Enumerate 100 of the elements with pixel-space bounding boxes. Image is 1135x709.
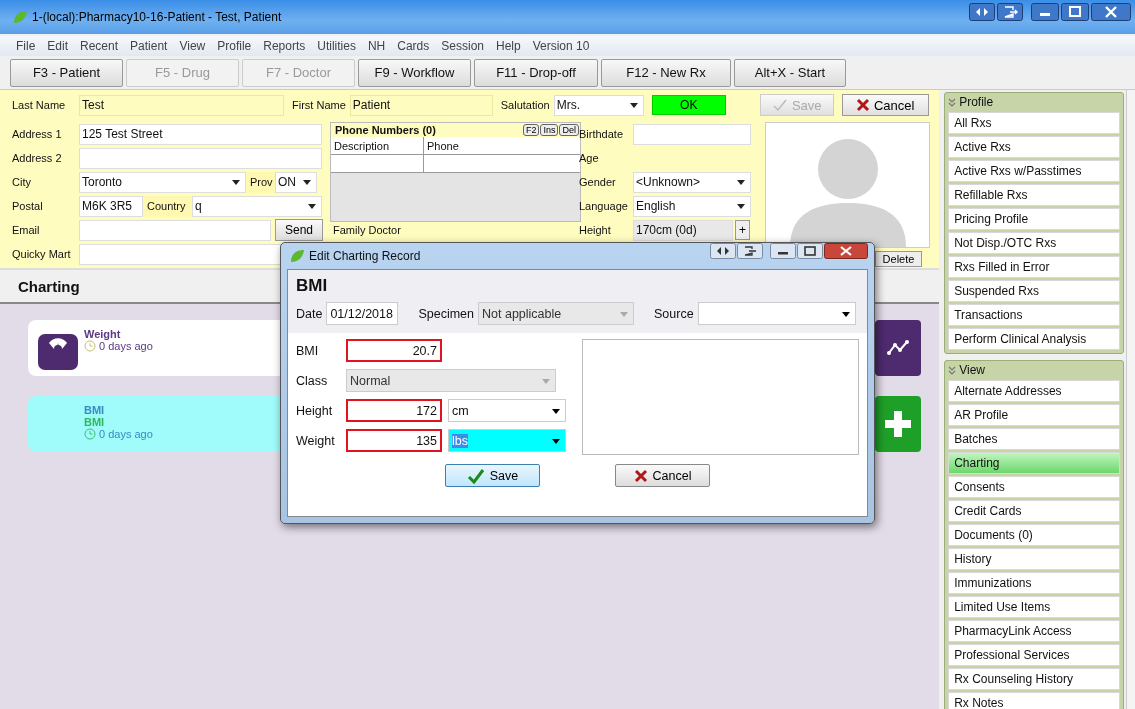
country-dropdown[interactable]: q xyxy=(192,195,322,217)
sidebar-item[interactable]: Professional Services xyxy=(948,644,1120,666)
sidebar-item[interactable]: Active Rxs w/Passtimes xyxy=(948,160,1120,182)
field-label: Height xyxy=(579,224,612,236)
menu-item[interactable]: View xyxy=(173,39,212,53)
exit-icon[interactable] xyxy=(737,243,763,259)
menu-item[interactable]: Profile xyxy=(211,39,258,53)
sidebar-item[interactable]: Perform Clinical Analysis xyxy=(948,328,1120,350)
field-label: Gender xyxy=(579,176,617,188)
caret-icon xyxy=(542,378,550,384)
unit-dropdown[interactable]: cm xyxy=(448,399,566,422)
menu-item[interactable]: Recent xyxy=(74,39,125,53)
last-name-field[interactable]: Test xyxy=(79,94,284,116)
minimize-icon[interactable] xyxy=(1031,3,1059,21)
resize-arrows-icon[interactable] xyxy=(710,243,736,259)
maximize-icon[interactable] xyxy=(1061,3,1089,21)
menu-item[interactable]: Cards xyxy=(391,39,436,53)
sidebar-item[interactable]: Immunizations xyxy=(948,572,1120,594)
salutation-dropdown[interactable]: Mrs. xyxy=(553,94,644,116)
cancel-button[interactable]: Cancel xyxy=(841,94,929,116)
sidebar-item[interactable]: PharmacyLink Access xyxy=(948,620,1120,642)
x-icon xyxy=(856,98,870,112)
exit-icon[interactable] xyxy=(997,3,1023,21)
menu-item[interactable]: Session xyxy=(435,39,490,53)
sidebar-item[interactable]: Limited Use Items xyxy=(948,596,1120,618)
sidebar-item[interactable]: Active Rxs xyxy=(948,136,1120,158)
field-label: Height xyxy=(296,403,334,418)
menu-item[interactable]: File xyxy=(10,39,42,53)
sidebar-item[interactable]: Rxs Filled in Error xyxy=(948,256,1120,278)
province-dropdown[interactable]: ON xyxy=(275,171,317,193)
menu-item[interactable]: Edit xyxy=(41,39,75,53)
address-field[interactable]: 125 Test Street xyxy=(79,123,322,145)
email-field[interactable] xyxy=(79,219,271,241)
notes-field[interactable] xyxy=(582,339,859,455)
menu-item[interactable]: NH xyxy=(361,39,392,53)
shortcut-key-button[interactable]: Del xyxy=(559,124,579,136)
record-heading: BMI xyxy=(296,276,329,296)
sidebar-item[interactable]: Credit Cards xyxy=(948,500,1120,522)
sidebar-item[interactable]: Not Disp./OTC Rxs xyxy=(948,232,1120,254)
caret-icon xyxy=(232,180,240,185)
add-button[interactable] xyxy=(875,396,922,452)
sidebar-item[interactable]: Alternate Addresses xyxy=(948,380,1120,402)
menu-item[interactable]: Version 10 xyxy=(526,39,596,53)
group-header[interactable]: View xyxy=(948,362,1120,378)
postal-field[interactable]: M6K 3R5 xyxy=(79,195,143,217)
menu-item[interactable]: Utilities xyxy=(311,39,362,53)
birthdate-field[interactable] xyxy=(633,123,751,145)
scrollbar[interactable] xyxy=(1126,90,1135,709)
weight-field[interactable]: 135 xyxy=(346,429,442,452)
menu-item[interactable]: Reports xyxy=(257,39,312,53)
add-height-button[interactable]: + xyxy=(735,220,750,240)
resize-arrows-icon[interactable] xyxy=(969,3,995,21)
sidebar-item[interactable]: Documents (0) xyxy=(948,524,1120,546)
sidebar-item[interactable]: Transactions xyxy=(948,304,1120,326)
group-header[interactable]: Profile xyxy=(948,94,1120,110)
line-chart-button[interactable] xyxy=(875,320,922,376)
shortcut-key-button[interactable]: F2 xyxy=(522,124,540,136)
minimize-icon[interactable] xyxy=(770,243,796,259)
toolbar-button[interactable]: F12 - New Rx xyxy=(601,58,731,87)
bmi-field[interactable]: 20.7 xyxy=(346,339,442,362)
toolbar-button[interactable]: Alt+X - Start xyxy=(734,58,846,87)
checkmark-icon xyxy=(771,98,788,112)
close-icon[interactable] xyxy=(1091,3,1131,21)
caret-icon xyxy=(841,311,850,317)
sidebar-item[interactable]: Refillable Rxs xyxy=(948,184,1120,206)
cancel-button[interactable]: Cancel xyxy=(615,464,710,487)
address-field[interactable] xyxy=(79,147,322,169)
gender-dropdown[interactable]: <Unknown> xyxy=(633,171,751,193)
sidebar-item[interactable]: All Rxs xyxy=(948,112,1120,134)
close-icon[interactable] xyxy=(824,243,868,259)
sidebar-item[interactable]: Rx Notes xyxy=(948,692,1120,709)
sidebar-item[interactable]: Batches xyxy=(948,428,1120,450)
language-dropdown[interactable]: English xyxy=(633,195,751,217)
sidebar-item[interactable]: Rx Counseling History xyxy=(948,668,1120,690)
sidebar-item[interactable]: Pricing Profile xyxy=(948,208,1120,230)
maximize-icon[interactable] xyxy=(797,243,823,259)
menu-item[interactable]: Help xyxy=(490,39,527,53)
sidebar-item[interactable]: History xyxy=(948,548,1120,570)
leaf-icon xyxy=(289,248,305,264)
sidebar-item[interactable]: Charting xyxy=(948,452,1120,474)
record-subtitle: BMI xyxy=(84,416,106,428)
send-button[interactable]: Send xyxy=(275,219,323,241)
save-button[interactable]: Save xyxy=(445,464,540,487)
toolbar-button[interactable]: F11 - Drop-off xyxy=(474,58,598,87)
date-field[interactable]: 01/12/2018 xyxy=(326,302,399,325)
section-title: Charting xyxy=(18,277,80,295)
sidebar-item[interactable]: AR Profile xyxy=(948,404,1120,426)
height-field: 170cm (0d) xyxy=(633,219,733,241)
sidebar-item[interactable]: Consents xyxy=(948,476,1120,498)
sidebar-item[interactable]: Suspended Rxs xyxy=(948,280,1120,302)
toolbar-button[interactable]: F3 - Patient xyxy=(10,58,123,87)
toolbar-button[interactable]: F9 - Workflow xyxy=(358,58,471,87)
height-field[interactable]: 172 xyxy=(346,399,442,422)
delete-button[interactable]: Delete xyxy=(875,251,922,267)
shortcut-key-button[interactable]: Ins xyxy=(540,124,559,136)
first-name-field[interactable]: Patient xyxy=(349,94,493,116)
city-dropdown[interactable]: Toronto xyxy=(79,171,246,193)
field-label: Quicky Mart xyxy=(12,248,72,260)
ok-button[interactable]: OK xyxy=(651,95,726,115)
menu-item[interactable]: Patient xyxy=(124,39,174,53)
